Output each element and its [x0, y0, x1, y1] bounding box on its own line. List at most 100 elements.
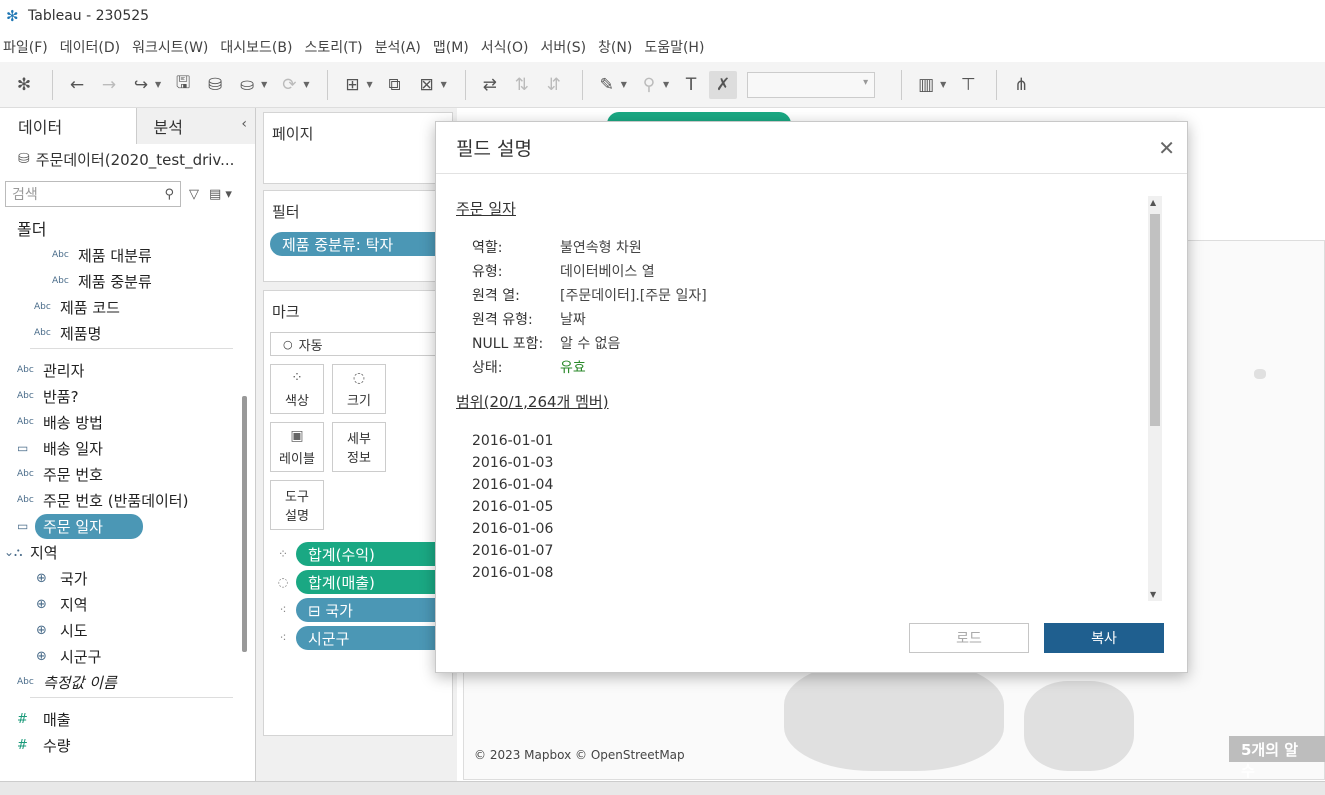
color-button[interactable]: ⁘ 색상 — [270, 364, 324, 414]
measure-item[interactable]: # 매출 — [0, 706, 255, 732]
field-item[interactable]: Abc 제품 대분류 — [0, 242, 255, 268]
share-icon[interactable]: ⋔ — [1007, 71, 1035, 99]
new-worksheet-icon[interactable]: ⊞ — [338, 71, 366, 99]
range-heading: 범위(20/1,264개 멤버) — [456, 393, 609, 411]
filters-shelf[interactable]: 필터 제품 중분류: 탁자 — [263, 190, 454, 282]
view-options-icon[interactable]: ▤ ▾ — [209, 187, 232, 202]
chevron-down-icon[interactable]: ▼ — [155, 80, 161, 89]
show-me-icon[interactable]: ▥ — [912, 71, 940, 99]
swap-rows-columns-icon[interactable]: ⇄ — [476, 71, 504, 99]
tab-data[interactable]: 데이터 — [0, 108, 138, 144]
mark-pill[interactable]: 합계(수익) — [296, 542, 446, 566]
chevron-down-icon[interactable]: ▼ — [621, 80, 627, 89]
search-input[interactable]: 검색 ⚲ — [5, 181, 181, 207]
field-item[interactable]: ⊕ 국가 — [0, 565, 255, 591]
data-pane-scrollbar[interactable] — [242, 396, 247, 652]
field-item[interactable]: ▭ 주문 일자 — [0, 513, 255, 539]
mark-pill[interactable]: 합계(매출) — [296, 570, 446, 594]
field-item[interactable]: ⌄⛬ 지역 — [0, 539, 255, 565]
refresh-icon[interactable]: ⟳ — [275, 71, 303, 99]
tab-analysis[interactable]: 분석 — [137, 108, 255, 144]
mark-type-dropdown[interactable]: ○ 자동 — [270, 332, 446, 356]
chevron-down-icon[interactable]: ▼ — [940, 80, 946, 89]
menu-item[interactable]: 대시보드(B) — [217, 37, 301, 57]
mark-pill[interactable]: ⊟ 국가 — [296, 598, 446, 622]
field-item[interactable]: Abc 배송 방법 — [0, 409, 255, 435]
show-mark-labels-icon[interactable]: T — [677, 71, 705, 99]
mark-row: ⁖ ⊟ 국가 — [270, 598, 452, 622]
chevron-down-icon[interactable]: ▼ — [366, 80, 372, 89]
measure-item[interactable]: # 수량 — [0, 732, 255, 758]
chevron-down-icon[interactable]: ▼ — [303, 80, 309, 89]
duplicate-sheet-icon[interactable]: ⧉ — [381, 71, 409, 99]
pages-shelf[interactable]: 페이지 — [263, 112, 453, 184]
field-item[interactable]: Abc 제품 코드 — [0, 294, 255, 320]
menu-item[interactable]: 파일(F) — [0, 37, 57, 57]
sort-descending-icon[interactable]: ⇵ — [540, 71, 568, 99]
toolbar-separator — [996, 69, 998, 100]
new-datasource-icon[interactable]: ⛁ — [201, 71, 229, 99]
redo-icon[interactable]: → — [95, 71, 123, 99]
tooltip-button[interactable]: 도구 설명 — [270, 480, 324, 530]
size-button[interactable]: ◌ 크기 — [332, 364, 386, 414]
presentation-mode-icon[interactable]: ⊤ — [954, 71, 982, 99]
tableau-logo-icon: ✻ — [6, 7, 19, 25]
field-item[interactable]: ▭ 배송 일자 — [0, 435, 255, 461]
property-row: 원격 열: [주문데이터].[주문 일자] — [456, 283, 1151, 307]
field-item[interactable]: Abc 제품 중분류 — [0, 268, 255, 294]
measure-label: 수량 — [43, 736, 71, 755]
property-value: 불연속형 차원 — [560, 240, 642, 256]
label-button[interactable]: ▣ 레이블 — [270, 422, 324, 472]
chevron-down-icon[interactable]: ▼ — [663, 80, 669, 89]
fit-dropdown[interactable] — [747, 71, 876, 98]
filter-pill[interactable]: 제품 중분류: 탁자 — [270, 232, 454, 256]
group-members-icon[interactable]: ⚲ — [635, 71, 663, 99]
menu-item[interactable]: 데이터(D) — [57, 37, 129, 57]
copy-button[interactable]: 복사 — [1044, 623, 1164, 653]
load-button[interactable]: 로드 — [909, 623, 1029, 653]
menu-item[interactable]: 창(N) — [595, 37, 641, 57]
map-landmass — [1024, 681, 1134, 771]
scroll-up-icon[interactable]: ▲ — [1150, 198, 1156, 207]
field-item[interactable]: ⊕ 시도 — [0, 617, 255, 643]
toolbar-separator — [327, 69, 329, 100]
menu-item[interactable]: 서식(O) — [478, 37, 538, 57]
datasource-item[interactable]: ⛁ 주문데이터(2020_test_driv... — [0, 144, 255, 174]
field-item[interactable]: Abc 측정값 이름 — [0, 669, 255, 695]
menu-item[interactable]: 도움말(H) — [641, 37, 713, 57]
scroll-down-icon[interactable]: ▼ — [1150, 590, 1156, 599]
chevron-down-icon[interactable]: ▼ — [441, 80, 447, 89]
fix-axes-icon[interactable]: ✗ — [709, 70, 738, 99]
close-icon[interactable]: ✕ — [1158, 136, 1175, 160]
dialog-scrollbar[interactable]: ▲ ▼ — [1148, 196, 1162, 601]
filter-icon[interactable]: ▽ — [189, 187, 199, 202]
toolbar: ✻ ← → ↪ ▼ 🖫 ⛁ ⛀ ▼ ⟳ ▼ ⊞ ▼ ⧉ ⊠ ▼ ⇄ ⇅ ⇵ ✎ … — [0, 62, 1325, 108]
tableau-home-icon[interactable]: ✻ — [10, 71, 38, 99]
detail-button[interactable]: 세부 정보 — [332, 422, 386, 472]
field-item[interactable]: Abc 주문 번호 (반품데이터) — [0, 487, 255, 513]
scroll-thumb[interactable] — [1150, 214, 1160, 426]
field-item[interactable]: ⊕ 시군구 — [0, 643, 255, 669]
undo-icon[interactable]: ← — [63, 71, 91, 99]
chevron-down-icon[interactable]: ▼ — [261, 80, 267, 89]
menu-item[interactable]: 서버(S) — [537, 37, 595, 57]
unknown-locations-badge[interactable]: 5개의 알 수 — [1229, 736, 1325, 780]
save-icon[interactable]: 🖫 — [169, 71, 197, 99]
menu-item[interactable]: 맵(M) — [430, 37, 478, 57]
property-value: 날짜 — [560, 312, 586, 328]
mark-pill[interactable]: 시군구 — [296, 626, 446, 650]
menu-item[interactable]: 워크시트(W) — [129, 37, 217, 57]
menu-item[interactable]: 분석(A) — [372, 37, 430, 57]
sort-ascending-icon[interactable]: ⇅ — [508, 71, 536, 99]
field-item[interactable]: ⊕ 지역 — [0, 591, 255, 617]
pause-updates-icon[interactable]: ⛀ — [233, 71, 261, 99]
menu-item[interactable]: 스토리(T) — [301, 37, 371, 57]
highlight-icon[interactable]: ✎ — [593, 71, 621, 99]
field-item[interactable]: Abc 관리자 — [0, 357, 255, 383]
redo-options-icon[interactable]: ↪ — [127, 71, 155, 99]
clear-sheet-icon[interactable]: ⊠ — [413, 71, 441, 99]
field-item[interactable]: Abc 반품? — [0, 383, 255, 409]
field-item[interactable]: Abc 주문 번호 — [0, 461, 255, 487]
collapse-pane-icon[interactable]: ‹ — [241, 116, 247, 132]
field-item[interactable]: Abc 제품명 — [0, 320, 255, 346]
